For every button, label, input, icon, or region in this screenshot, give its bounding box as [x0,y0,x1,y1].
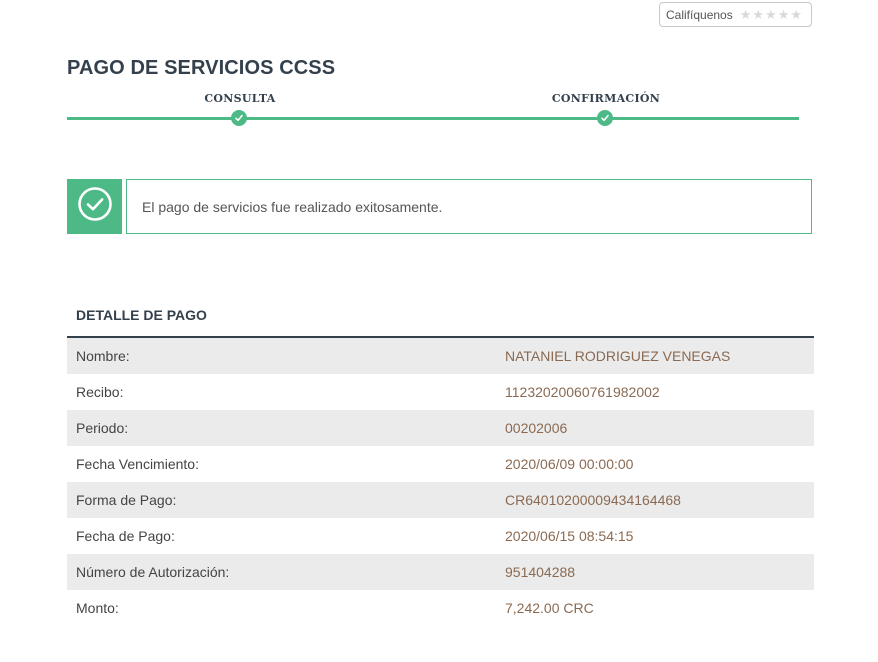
table-row: Fecha de Pago: 2020/06/15 08:54:15 [67,518,814,554]
step-label-consulta: CONSULTA [204,92,276,105]
table-row: Recibo: 11232020060761982002 [67,374,814,410]
star-icon[interactable]: ★ [778,8,790,21]
step-check-icon [231,110,247,126]
table-row: Nombre: NATANIEL RODRIGUEZ VENEGAS [67,338,814,374]
rating-label: Califíquenos [666,7,733,22]
table-row: Fecha Vencimiento: 2020/06/09 00:00:00 [67,446,814,482]
success-message: El pago de servicios fue realizado exito… [142,198,443,215]
row-label: Forma de Pago: [76,492,177,508]
star-icon[interactable]: ★ [790,8,802,21]
row-value: 951404288 [505,564,576,580]
success-icon-box [67,179,122,234]
row-label: Número de Autorización: [76,564,230,580]
detail-title: DETALLE DE PAGO [76,307,207,323]
check-circle-icon [77,186,113,227]
star-icon[interactable]: ★ [740,8,752,21]
row-value: 7,242.00 CRC [505,600,594,616]
row-value: 2020/06/15 08:54:15 [505,528,634,544]
step-check-icon [597,110,613,126]
row-label: Monto: [76,600,119,616]
table-row: Periodo: 00202006 [67,410,814,446]
row-value: 11232020060761982002 [505,384,660,400]
row-value: NATANIEL RODRIGUEZ VENEGAS [505,348,731,364]
star-icon[interactable]: ★ [752,8,764,21]
row-label: Nombre: [76,348,130,364]
success-alert: El pago de servicios fue realizado exito… [126,179,812,234]
row-value: 00202006 [505,420,568,436]
progress-line [67,117,799,120]
rating-widget: Califíquenos ★ ★ ★ ★ ★ [659,2,812,27]
row-label: Fecha de Pago: [76,528,175,544]
row-value: 2020/06/09 00:00:00 [505,456,634,472]
step-label-confirmacion: CONFIRMACIÓN [551,92,661,105]
table-row: Forma de Pago: CR64010200009434164468 [67,482,814,518]
row-label: Fecha Vencimiento: [76,456,199,472]
page-title: PAGO DE SERVICIOS CCSS [67,57,336,79]
row-value: CR64010200009434164468 [505,492,681,508]
payment-detail-table: Nombre: NATANIEL RODRIGUEZ VENEGAS Recib… [67,336,814,626]
row-label: Periodo: [76,420,129,436]
row-label: Recibo: [76,384,124,400]
rating-stars: ★ ★ ★ ★ ★ [740,8,802,21]
star-icon[interactable]: ★ [765,8,777,21]
table-row: Monto: 7,242.00 CRC [67,590,814,626]
table-row: Número de Autorización: 951404288 [67,554,814,590]
